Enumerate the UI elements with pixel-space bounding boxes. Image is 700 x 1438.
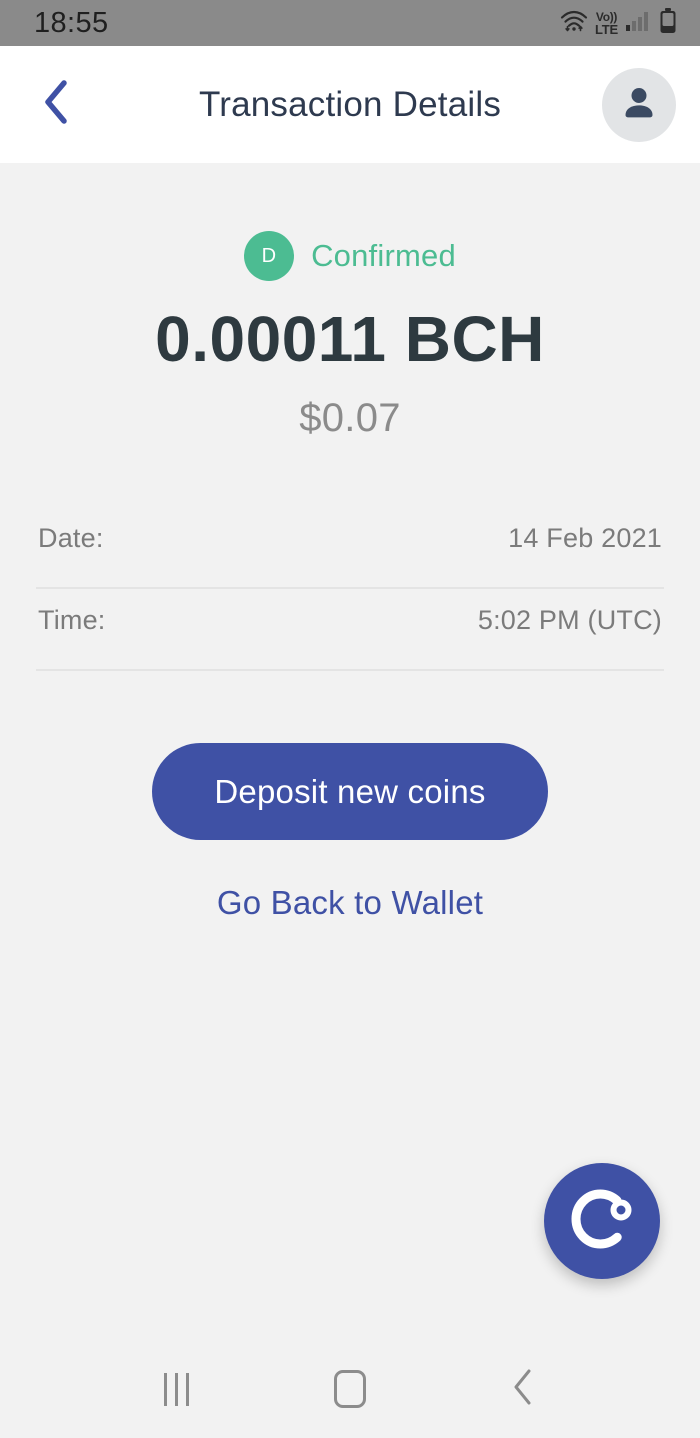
detail-row-date: Date: 14 Feb 2021	[36, 507, 664, 589]
nav-back-button[interactable]	[478, 1344, 568, 1434]
detail-value: 14 Feb 2021	[508, 523, 662, 553]
back-chevron-icon	[510, 1367, 536, 1412]
android-nav-bar	[0, 1340, 700, 1438]
status-bar: 18:55 Vo)) LTE	[0, 0, 700, 46]
volte-icon: Vo)) LTE	[595, 9, 618, 37]
detail-list: Date: 14 Feb 2021 Time: 5:02 PM (UTC)	[36, 507, 664, 671]
amount-crypto: 0.00011 BCH	[155, 303, 545, 375]
go-back-to-wallet-link[interactable]: Go Back to Wallet	[217, 884, 483, 922]
status-bar-icons: Vo)) LTE	[560, 7, 678, 39]
detail-row-time: Time: 5:02 PM (UTC)	[36, 589, 664, 671]
deposit-new-coins-button[interactable]: Deposit new coins	[152, 743, 548, 840]
support-chat-c-icon	[565, 1182, 639, 1261]
amount-fiat: $0.07	[299, 396, 401, 440]
status-bar-clock: 18:55	[34, 6, 109, 39]
app-header: Transaction Details	[0, 46, 700, 163]
nav-home-button[interactable]	[305, 1344, 395, 1434]
person-icon	[619, 82, 659, 127]
detail-label: Date:	[38, 523, 104, 553]
status-badge: D	[244, 231, 295, 281]
chevron-left-icon	[41, 78, 71, 131]
page-title: Transaction Details	[198, 84, 502, 124]
detail-value: 5:02 PM (UTC)	[477, 605, 662, 635]
recents-icon	[164, 1372, 190, 1406]
avatar[interactable]	[602, 67, 676, 142]
status-label: Confirmed	[311, 238, 456, 273]
battery-icon	[658, 7, 678, 39]
header-back-button[interactable]	[28, 77, 84, 133]
detail-label: Time:	[38, 605, 106, 635]
signal-icon	[625, 10, 651, 37]
wifi-icon	[560, 9, 588, 38]
action-area: Deposit new coins Go Back to Wallet	[36, 743, 664, 922]
home-icon	[333, 1370, 366, 1408]
support-chat-button[interactable]	[544, 1163, 660, 1279]
nav-recents-button[interactable]	[132, 1344, 222, 1434]
transaction-details-content: D Confirmed 0.00011 BCH $0.07 Date: 14 F…	[0, 163, 700, 1340]
transaction-status-row: D Confirmed	[36, 231, 664, 281]
phone-screen: 18:55 Vo)) LTE Transaction Details D Con…	[0, 0, 700, 1438]
